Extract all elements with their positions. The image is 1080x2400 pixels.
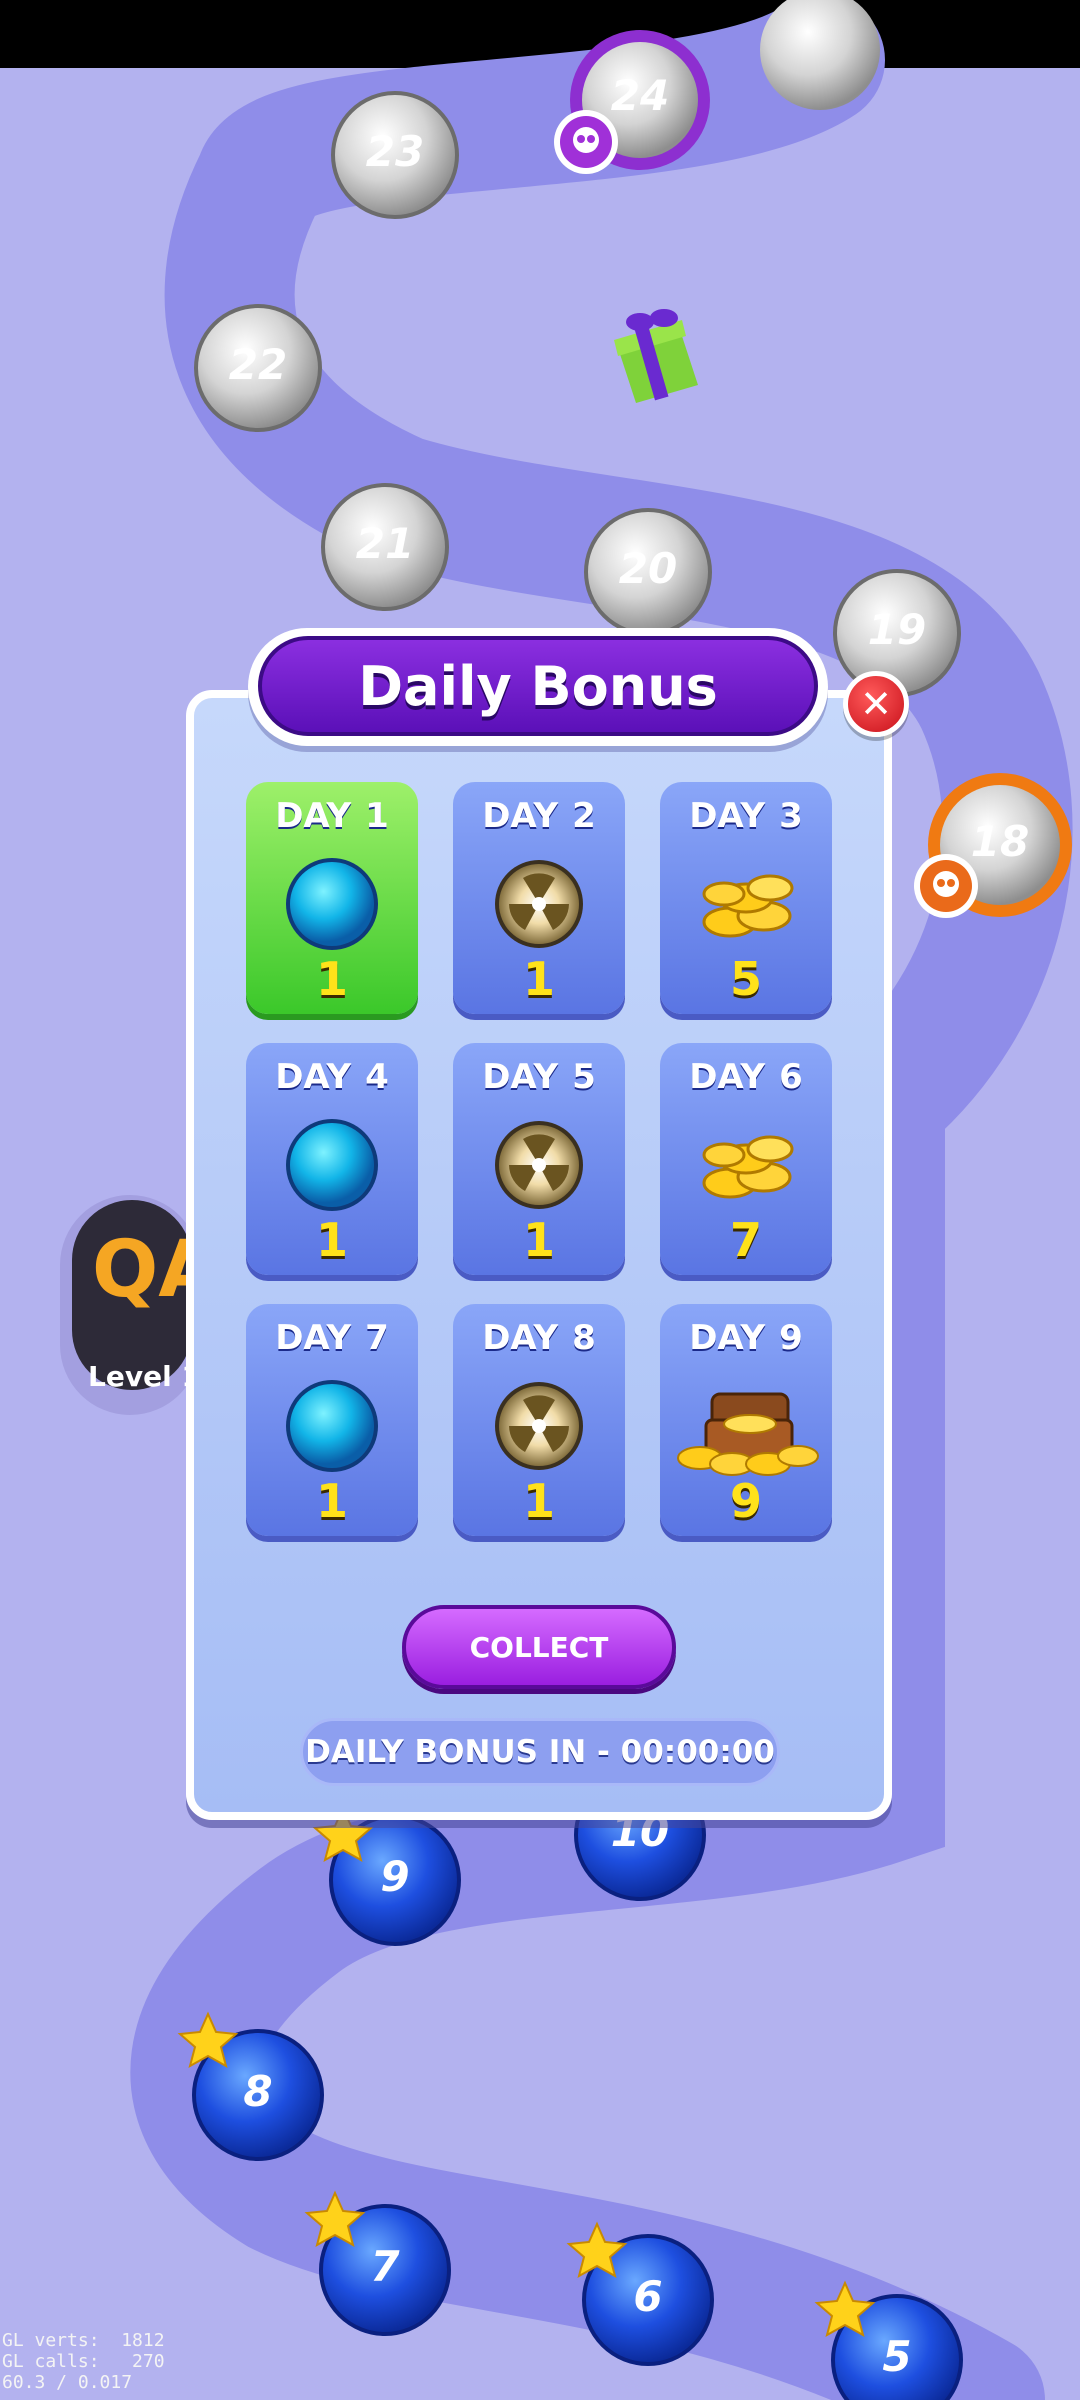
- day-tile-6[interactable]: DAY 6 7: [660, 1043, 832, 1275]
- day-number: 7: [365, 1318, 389, 1358]
- collect-button[interactable]: COLLECT: [402, 1605, 676, 1689]
- gold-coins-icon: [660, 844, 832, 964]
- day-label: DAY 1: [246, 796, 418, 836]
- day-tile-8[interactable]: DAY 8 1: [453, 1304, 625, 1536]
- day-word: DAY: [275, 1057, 352, 1097]
- day-tile-1[interactable]: DAY 1 1: [246, 782, 418, 1014]
- close-icon: ✕: [860, 682, 892, 726]
- level-number: 6: [633, 2272, 662, 2321]
- day-number: 4: [365, 1057, 389, 1097]
- level-number: 18: [971, 817, 1029, 866]
- day-number: 8: [572, 1318, 596, 1358]
- reward-amount: 1: [315, 952, 348, 1006]
- day-word: DAY: [482, 796, 559, 836]
- day-number: 2: [572, 796, 596, 836]
- level-node-22[interactable]: 22: [194, 304, 322, 432]
- blue-orb-icon: [246, 1105, 418, 1225]
- level-number: 9: [380, 1852, 409, 1901]
- bonus-timer-label: DAILY BONUS IN - 00:00:00: [305, 1734, 775, 1770]
- nuke-orb-icon: [453, 1366, 625, 1486]
- day-label: DAY 7: [246, 1318, 418, 1358]
- reward-amount: 1: [522, 952, 555, 1006]
- day-tile-5[interactable]: DAY 5 1: [453, 1043, 625, 1275]
- blue-orb-icon: [246, 844, 418, 964]
- player-level-label: Level 1: [88, 1360, 201, 1393]
- debug-overlay: GL verts: 1812 GL calls: 270 60.3 / 0.01…: [2, 2330, 165, 2393]
- treasure-chest-icon: [660, 1366, 832, 1486]
- day-word: DAY: [482, 1318, 559, 1358]
- reward-amount: 9: [729, 1474, 762, 1528]
- day-tile-4[interactable]: DAY 4 1: [246, 1043, 418, 1275]
- level-number: 7: [370, 2242, 400, 2291]
- debug-line: GL verts: 1812: [2, 2330, 165, 2351]
- day-tile-3[interactable]: DAY 3 5: [660, 782, 832, 1014]
- level-node-21[interactable]: 21: [321, 483, 449, 611]
- day-number: 1: [365, 796, 389, 836]
- reward-amount: 1: [522, 1213, 555, 1267]
- level-number: 8: [243, 2067, 272, 2116]
- day-number: 3: [779, 796, 803, 836]
- day-label: DAY 2: [453, 796, 625, 836]
- day-word: DAY: [482, 1057, 559, 1097]
- level-number: 22: [229, 340, 287, 389]
- day-word: DAY: [275, 1318, 352, 1358]
- day-label: DAY 3: [660, 796, 832, 836]
- level-number: 5: [882, 2332, 911, 2381]
- day-label: DAY 6: [660, 1057, 832, 1097]
- reward-amount: 1: [315, 1474, 348, 1528]
- level-node-19[interactable]: 19: [833, 569, 961, 697]
- reward-amount: 7: [729, 1213, 762, 1267]
- close-button[interactable]: ✕: [843, 671, 909, 737]
- bonus-timer: DAILY BONUS IN - 00:00:00: [300, 1718, 780, 1786]
- reward-amount: 1: [315, 1213, 348, 1267]
- day-tile-7[interactable]: DAY 7 1: [246, 1304, 418, 1536]
- day-tile-2[interactable]: DAY 2 1: [453, 782, 625, 1014]
- day-number: 6: [779, 1057, 803, 1097]
- skull-badge-icon: [914, 854, 978, 918]
- gift-box-icon[interactable]: [614, 309, 698, 403]
- title-banner-inner: Daily Bonus: [258, 636, 818, 736]
- level-number: 19: [868, 605, 926, 654]
- level-number: 21: [356, 519, 414, 568]
- gold-coins-icon: [660, 1105, 832, 1225]
- debug-line: GL calls: 270: [2, 2351, 165, 2372]
- level-number: 20: [619, 544, 677, 593]
- day-tile-9[interactable]: DAY 9 9: [660, 1304, 832, 1536]
- level-node-23[interactable]: 23: [331, 91, 459, 219]
- day-label: DAY 5: [453, 1057, 625, 1097]
- day-word: DAY: [275, 796, 352, 836]
- reward-amount: 1: [522, 1474, 555, 1528]
- day-word: DAY: [689, 1318, 766, 1358]
- reward-amount: 5: [729, 952, 762, 1006]
- debug-line: 60.3 / 0.017: [2, 2372, 133, 2393]
- day-label: DAY 9: [660, 1318, 832, 1358]
- day-number: 9: [779, 1318, 803, 1358]
- day-word: DAY: [689, 796, 766, 836]
- level-number: 24: [611, 71, 669, 120]
- day-label: DAY 8: [453, 1318, 625, 1358]
- day-label: DAY 4: [246, 1057, 418, 1097]
- dialog-title: Daily Bonus: [358, 654, 718, 718]
- collect-label: COLLECT: [469, 1630, 609, 1664]
- level-node-20[interactable]: 20: [584, 508, 712, 636]
- skull-badge-icon: [554, 110, 618, 174]
- level-number: 23: [366, 127, 424, 176]
- day-word: DAY: [689, 1057, 766, 1097]
- blue-orb-icon: [246, 1366, 418, 1486]
- nuke-orb-icon: [453, 844, 625, 964]
- nuke-orb-icon: [453, 1105, 625, 1225]
- day-number: 5: [572, 1057, 596, 1097]
